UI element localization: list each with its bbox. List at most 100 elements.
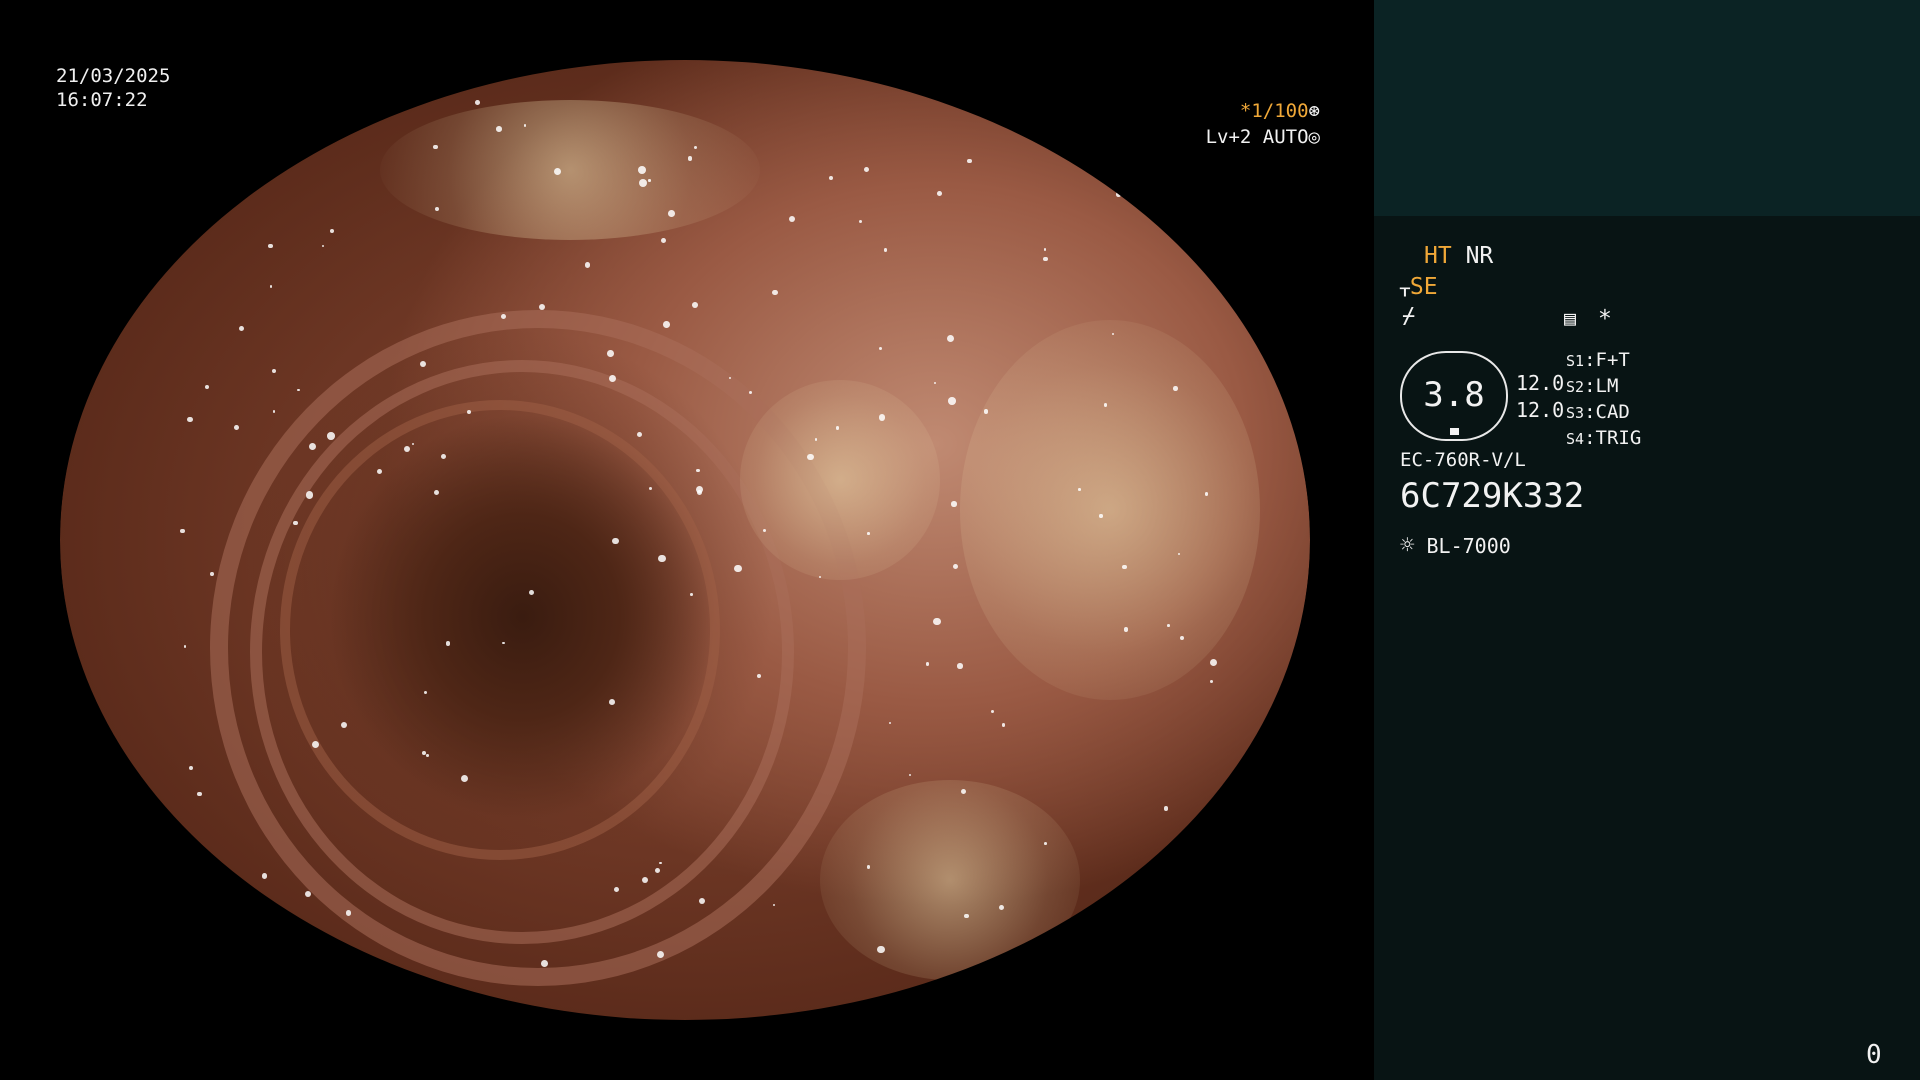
highlight-dot: [952, 564, 959, 570]
highlight-dot: [967, 158, 972, 164]
highlight-dot: [305, 490, 314, 499]
highlight-dot: [960, 788, 966, 794]
highlight-dot: [266, 160, 270, 164]
switch-value: F+T: [1595, 349, 1630, 371]
highlight-dot: [475, 100, 480, 105]
foam-patch: [960, 320, 1260, 700]
highlight-dot: [772, 289, 778, 296]
highlight-dot: [269, 285, 273, 289]
highlight-dot: [807, 453, 814, 461]
highlight-dot: [607, 350, 614, 357]
highlight-dot: [948, 397, 956, 405]
highlight-dot: [271, 368, 277, 374]
switch-row: S2:LM: [1566, 375, 1619, 397]
highlight-dot: [322, 244, 325, 247]
scope-serial: 6C729K332: [1400, 476, 1585, 516]
highlight-dot: [232, 926, 240, 935]
highlight-dot: [690, 593, 693, 597]
highlight-dot: [496, 125, 502, 132]
light-source-row: ☼ BL-7000: [1400, 531, 1511, 559]
switch-key: S3: [1566, 404, 1585, 422]
highlight-dot: [698, 897, 705, 904]
ht-indicator: HT: [1424, 243, 1452, 269]
highlight-dot: [661, 237, 667, 243]
highlight-dot: [762, 528, 766, 532]
switch-value: TRIG: [1595, 427, 1642, 449]
mucosal-fold: [280, 400, 720, 860]
highlight-dot: [265, 118, 271, 124]
highlight-dot: [1001, 722, 1006, 727]
panel-header: [1374, 0, 1920, 216]
highlight-dot: [1210, 679, 1214, 683]
highlight-dot: [932, 617, 941, 626]
switch-row: S4:TRIG: [1566, 427, 1642, 449]
highlight-dot: [268, 243, 274, 249]
highlight-dot: [1209, 658, 1217, 666]
timestamp: 21/03/2025 16:07:22: [56, 64, 170, 112]
highlight-dot: [866, 865, 871, 869]
highlight-dot: [1177, 552, 1181, 555]
highlight-dot: [609, 374, 616, 382]
highlight-dot: [663, 321, 671, 328]
highlight-dot: [440, 453, 446, 459]
highlight-dot: [523, 124, 527, 127]
highlight-dot: [1163, 806, 1169, 811]
side-value-1: 12.0: [1516, 371, 1565, 395]
highlight-dot: [648, 179, 651, 182]
highlight-dot: [1173, 385, 1178, 391]
highlight-dot: [658, 554, 666, 562]
highlight-dot: [608, 699, 615, 706]
foam-patch: [740, 380, 940, 580]
aperture-icon: ⊛: [1308, 100, 1320, 122]
se-indicator: SE: [1409, 274, 1438, 300]
highlight-dot: [210, 572, 214, 577]
highlight-dot: [957, 663, 963, 669]
switch-key: S4: [1566, 430, 1585, 448]
highlight-dot: [733, 564, 742, 573]
highlight-dot: [1123, 627, 1129, 632]
switch-value: LM: [1595, 375, 1619, 397]
highlight-dot: [641, 876, 649, 883]
highlight-dot: [461, 774, 469, 782]
highlight-dot: [964, 913, 969, 919]
highlight-dot: [828, 175, 834, 181]
highlight-dot: [433, 144, 438, 149]
highlight-dot: [262, 915, 267, 919]
frame-counter: 0: [1866, 1040, 1882, 1070]
highlight-dot: [233, 424, 239, 430]
highlight-dot: [788, 216, 796, 223]
foam-patch: [380, 100, 760, 240]
highlight-dot: [426, 753, 429, 757]
edge-icon: ⌿: [1402, 304, 1416, 329]
shutter-readout: *1/100⊛: [1180, 98, 1320, 124]
highlight-dot: [772, 904, 776, 907]
light-source-model: BL-7000: [1426, 534, 1511, 558]
highlight-dot: [818, 575, 822, 578]
highlight-dot: [293, 520, 298, 526]
highlight-dot: [187, 416, 193, 423]
highlight-dot: [584, 261, 591, 268]
highlight-dot: [637, 166, 646, 175]
highlight-dot: [272, 410, 276, 413]
switch-list: S1:F+T S2:LM S3:CAD S4:TRIG: [1566, 348, 1641, 452]
highlight-dot: [345, 909, 352, 916]
ht-nr-row: HT NR: [1424, 243, 1493, 269]
nr-indicator: NR: [1465, 243, 1494, 269]
highlight-dot: [691, 302, 698, 309]
highlight-dot: [858, 219, 863, 223]
switch-key: S1: [1566, 352, 1585, 370]
highlight-dot: [933, 381, 937, 384]
highlight-dot: [329, 229, 334, 234]
gauge-marker: [1450, 428, 1459, 435]
highlight-dot: [188, 765, 194, 771]
highlight-dot: [878, 347, 882, 351]
asterisk-indicator: *: [1598, 306, 1612, 332]
highlight-dot: [687, 156, 692, 161]
shutter-speed: *1/100: [1239, 100, 1309, 122]
highlight-dot: [991, 709, 995, 714]
highlight-dot: [1099, 514, 1103, 518]
highlight-dot: [353, 102, 361, 110]
switch-value: CAD: [1595, 401, 1630, 423]
highlight-dot: [1214, 846, 1222, 854]
highlight-dot: [422, 751, 426, 755]
